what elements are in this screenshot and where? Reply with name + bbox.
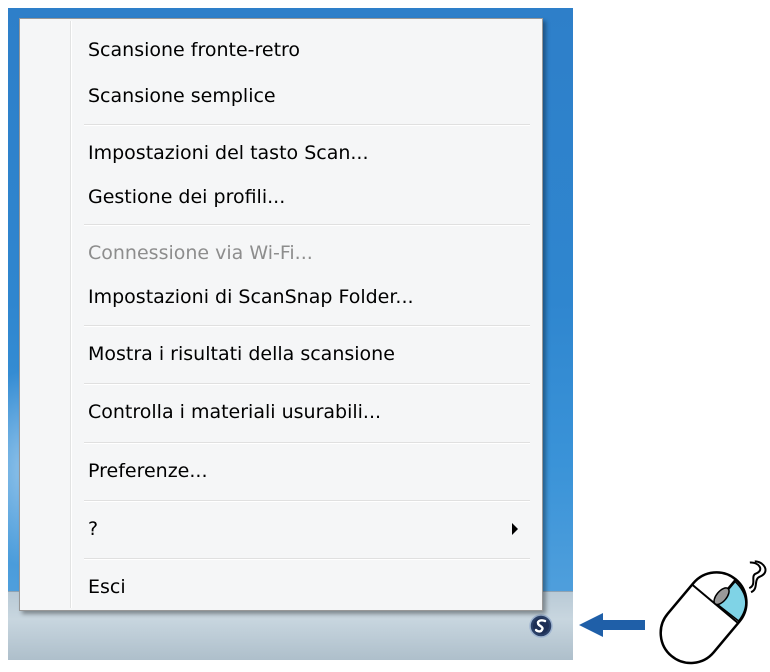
left-arrow-icon <box>579 613 645 637</box>
menu-item-label: Impostazioni del tasto Scan... <box>88 142 369 164</box>
menu-separator <box>84 124 530 126</box>
menu-separator <box>84 224 530 226</box>
menu-item-help[interactable]: ? <box>22 506 538 552</box>
menu-item-scan-button-settings[interactable]: Impostazioni del tasto Scan... <box>22 130 538 176</box>
menu-item-profile-management[interactable]: Gestione dei profili... <box>22 174 538 220</box>
menu-item-label: Gestione dei profili... <box>88 186 286 208</box>
menu-item-preferences[interactable]: Preferenze... <box>22 448 538 494</box>
menu-separator <box>84 500 530 502</box>
menu-item-exit[interactable]: Esci <box>22 564 538 610</box>
menu-separator <box>84 558 530 560</box>
menu-item-show-scan-results[interactable]: Mostra i risultati della scansione <box>22 331 538 377</box>
menu-item-label: Connessione via Wi-Fi... <box>88 242 313 264</box>
menu-item-label: Preferenze... <box>88 460 208 482</box>
menu-item-label: Scansione semplice <box>88 85 276 107</box>
menu-item-scansnap-folder-settings[interactable]: Impostazioni di ScanSnap Folder... <box>22 274 538 320</box>
context-menu: Scansione fronte-retro Scansione semplic… <box>19 18 543 611</box>
menu-item-label: Controlla i materiali usurabili... <box>88 401 382 423</box>
menu-item-label: Esci <box>88 576 126 598</box>
menu-item-simplex-scan[interactable]: Scansione semplice <box>22 73 538 119</box>
menu-item-duplex-scan[interactable]: Scansione fronte-retro <box>22 27 538 73</box>
menu-separator <box>84 383 530 385</box>
menu-item-label: Impostazioni di ScanSnap Folder... <box>88 286 414 308</box>
menu-item-label: ? <box>88 518 99 540</box>
submenu-arrow-icon <box>512 523 518 535</box>
menu-item-label: Scansione fronte-retro <box>88 39 301 61</box>
scansnap-manager-icon[interactable] <box>528 613 554 639</box>
menu-item-wifi-connection: Connessione via Wi-Fi... <box>22 230 538 276</box>
menu-item-check-consumables[interactable]: Controlla i materiali usurabili... <box>22 389 538 435</box>
menu-item-label: Mostra i risultati della scansione <box>88 343 395 365</box>
menu-separator <box>84 325 530 327</box>
mouse-icon <box>659 560 767 665</box>
menu-separator <box>84 442 530 444</box>
